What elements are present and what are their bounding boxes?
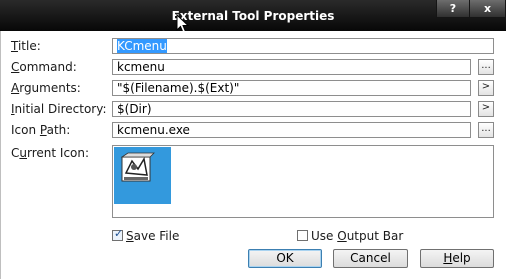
title-bar: External Tool Properties ? x [0,0,506,34]
save-file-label[interactable]: Save File [126,229,179,243]
icon-path-label-a: Icon [11,123,40,137]
command-input[interactable]: kcmenu [112,59,471,75]
icon-path-label: Icon Path: [11,123,71,137]
arguments-menu-button[interactable]: > [478,80,494,96]
command-label-rest: ommand: [19,60,77,74]
current-icon-box[interactable] [112,145,494,218]
current-icon-label-b: rrent Icon: [27,146,90,160]
help-button[interactable]: Help [420,249,494,268]
ok-button[interactable]: OK [248,249,322,268]
title-input-value: KCmenu [117,39,167,53]
kcmenu-icon [120,152,155,182]
initial-directory-menu-button[interactable]: > [478,101,494,117]
help-button-rest: elp [452,251,471,265]
arguments-input[interactable]: "$(Filename).$(Ext)" [112,80,471,96]
title-input[interactable]: KCmenu [112,38,494,54]
use-output-bar-checkbox[interactable] [297,230,308,241]
current-icon-preview [114,147,171,204]
title-label: Title: [11,39,41,53]
title-label-rest: itle: [17,39,41,53]
initial-directory-label-rest: nitial Directory: [14,102,107,116]
cancel-button[interactable]: Cancel [333,249,408,268]
arguments-label: Arguments: [11,81,81,95]
close-button[interactable]: x [469,0,506,18]
save-file-checkbox[interactable]: ✓ [112,227,124,241]
icon-path-browse-button[interactable]: ... [478,122,494,138]
arguments-label-rest: rguments: [19,81,81,95]
initial-directory-input[interactable]: $(Dir) [112,101,471,117]
use-output-bar-label-b: utput Bar [346,229,404,243]
use-output-bar-label-a: Use [311,229,338,243]
command-label: Command: [11,60,77,74]
icon-path-label-b: ath: [46,123,71,137]
use-output-bar-label[interactable]: Use Output Bar [311,229,403,243]
save-file-label-rest: ave File [133,229,180,243]
initial-directory-label: Initial Directory: [11,102,107,116]
icon-path-input[interactable]: kcmenu.exe [112,122,471,138]
command-browse-button[interactable]: ... [478,59,494,75]
help-title-button[interactable]: ? [436,0,470,18]
check-icon: ✓ [114,227,124,240]
current-icon-label: Current Icon: [11,146,90,160]
window-title: External Tool Properties [171,9,335,23]
